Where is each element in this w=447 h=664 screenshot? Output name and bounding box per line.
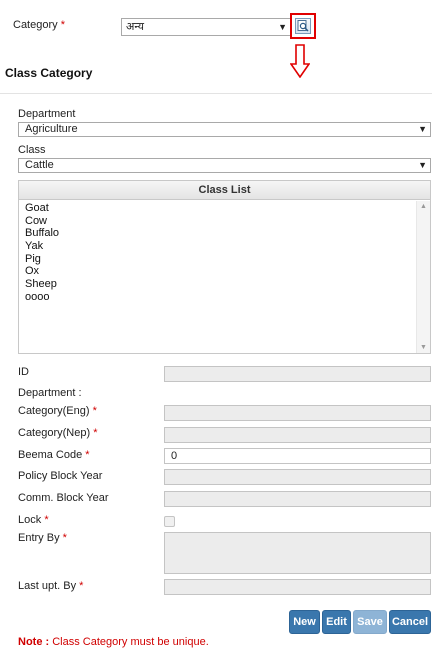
lookup-button[interactable] — [295, 18, 311, 34]
department-label: Department — [18, 108, 76, 120]
last-upt-by-field[interactable] — [164, 579, 431, 595]
note-text: Class Category must be unique. — [52, 636, 209, 648]
category-select[interactable]: अन्य ▼ — [121, 18, 291, 36]
edit-button[interactable]: Edit — [322, 610, 351, 634]
required-mark: * — [60, 19, 65, 31]
list-item[interactable]: Goat — [25, 202, 416, 215]
category-label: Category * — [13, 19, 65, 31]
required-mark: * — [93, 427, 98, 439]
note-prefix: Note : — [18, 636, 50, 648]
department-info-label: Department : — [18, 387, 82, 399]
class-list-header: Class List — [19, 181, 430, 200]
list-item[interactable]: Yak — [25, 240, 416, 253]
id-field[interactable] — [164, 366, 431, 382]
list-item[interactable]: Pig — [25, 253, 416, 266]
category-eng-label: Category(Eng) * — [18, 405, 97, 417]
list-item[interactable]: Buffalo — [25, 227, 416, 240]
category-nep-field[interactable] — [164, 427, 431, 443]
class-list-panel: Class List Goat Cow Buffalo Yak Pig Ox S… — [18, 180, 431, 354]
new-button[interactable]: New — [289, 610, 320, 634]
id-label: ID — [18, 366, 29, 378]
required-mark: * — [62, 532, 67, 544]
lock-checkbox[interactable] — [164, 516, 175, 527]
last-upt-by-label: Last upt. By * — [18, 580, 84, 592]
beema-code-field[interactable]: 0 — [164, 448, 431, 464]
page-title: Class Category — [5, 66, 93, 80]
validation-note: Note : Class Category must be unique. — [18, 636, 209, 648]
list-item[interactable]: Sheep — [25, 278, 416, 291]
dropdown-arrow-icon: ▼ — [418, 124, 427, 134]
beema-code-label: Beema Code * — [18, 449, 90, 461]
list-item[interactable]: Cow — [25, 215, 416, 228]
class-label: Class — [18, 144, 46, 156]
comm-block-year-label: Comm. Block Year — [18, 492, 109, 504]
class-list[interactable]: Goat Cow Buffalo Yak Pig Ox Sheep oooo — [19, 201, 416, 353]
comm-block-year-field[interactable] — [164, 491, 431, 507]
dropdown-arrow-icon: ▼ — [418, 160, 427, 170]
policy-block-year-field[interactable] — [164, 469, 431, 485]
lock-label: Lock * — [18, 514, 49, 526]
class-select[interactable]: Cattle ▼ — [18, 158, 431, 173]
category-nep-label: Category(Nep) * — [18, 427, 98, 439]
required-mark: * — [92, 405, 97, 417]
category-eng-field[interactable] — [164, 405, 431, 421]
list-item[interactable]: oooo — [25, 291, 416, 304]
cancel-button[interactable]: Cancel — [389, 610, 431, 634]
dropdown-arrow-icon: ▼ — [278, 22, 287, 32]
scroll-up-icon[interactable]: ▲ — [420, 203, 427, 210]
scroll-down-icon[interactable]: ▼ — [420, 344, 427, 351]
entry-by-field[interactable] — [164, 532, 431, 574]
entry-by-label: Entry By * — [18, 532, 67, 544]
title-divider — [0, 93, 432, 94]
policy-block-year-label: Policy Block Year — [18, 470, 103, 482]
required-mark: * — [85, 449, 90, 461]
lookup-highlight — [290, 13, 316, 39]
required-mark: * — [44, 514, 49, 526]
department-select[interactable]: Agriculture ▼ — [18, 122, 431, 137]
save-button[interactable]: Save — [353, 610, 387, 634]
down-arrow-icon — [290, 44, 310, 78]
category-select-value: अन्य — [126, 21, 145, 33]
department-select-value: Agriculture — [25, 123, 78, 135]
required-mark: * — [79, 580, 84, 592]
list-item[interactable]: Ox — [25, 265, 416, 278]
list-scrollbar[interactable]: ▲ ▼ — [416, 201, 430, 353]
class-select-value: Cattle — [25, 159, 54, 171]
search-document-icon — [297, 20, 309, 32]
